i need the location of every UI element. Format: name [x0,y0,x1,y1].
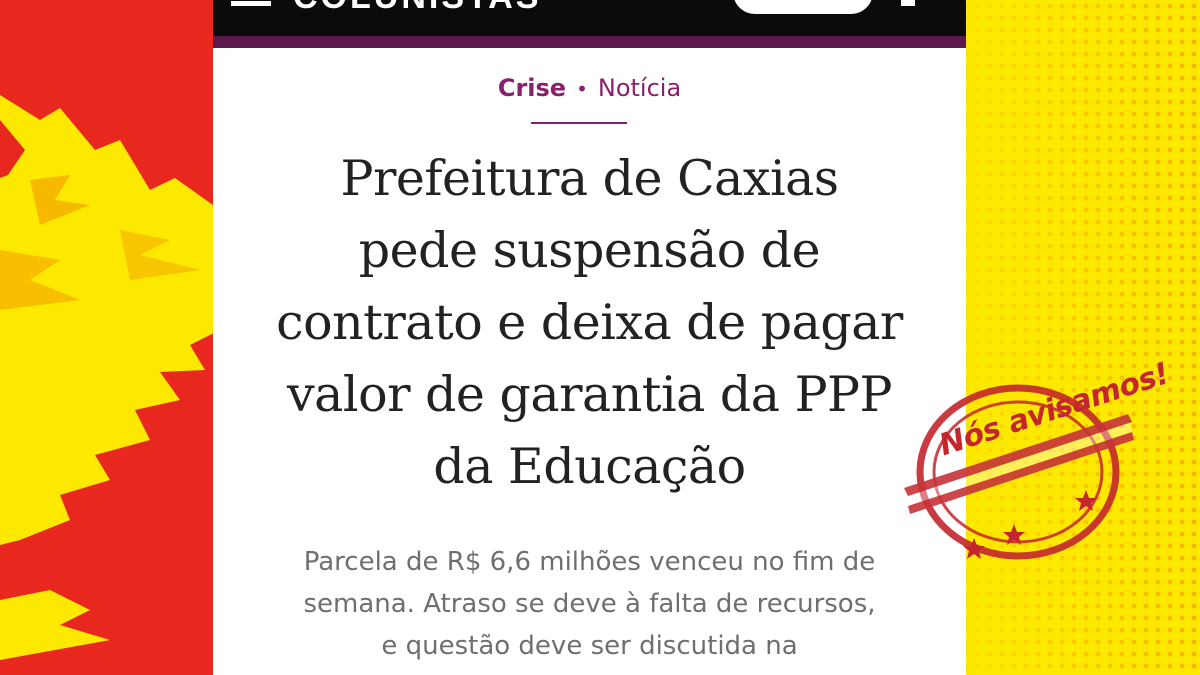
headline-line: Prefeitura de Caxias [340,150,839,207]
headline-line: pede suspensão de [358,222,821,279]
headline-line: contrato e deixa de pagar [276,294,903,351]
site-header: COLUNISTAS [213,0,966,36]
search-pill-button[interactable] [733,0,873,14]
headline-line: da Educação [433,438,746,495]
category-link[interactable]: Crise [498,74,566,102]
site-brand[interactable]: COLUNISTAS [293,0,541,17]
user-icon[interactable] [899,0,917,6]
left-brush-background [0,0,220,675]
meta-divider [531,122,627,124]
subhead-line: e questão deve ser discutida na [381,631,798,661]
meta-separator: • [576,77,588,101]
article-type: Notícia [597,74,682,102]
menu-icon[interactable] [231,0,271,6]
article-screenshot: COLUNISTAS Crise • Notícia Prefeitura de C… [213,0,966,675]
header-accent-bar [213,36,966,48]
subhead-line: semana. Atraso se deve à falta de recurs… [303,589,876,619]
article-subhead: Parcela de R$ 6,6 milhões venceu no fim … [237,541,942,667]
subhead-line: Parcela de R$ 6,6 milhões venceu no fim … [303,547,876,577]
article-meta: Crise • Notícia [213,74,966,102]
star-icon [1075,490,1097,511]
article-headline: Prefeitura de Caxias pede suspensão de c… [233,143,946,503]
headline-line: valor de garantia da PPP [287,366,893,423]
right-halftone-fade [960,0,1200,675]
